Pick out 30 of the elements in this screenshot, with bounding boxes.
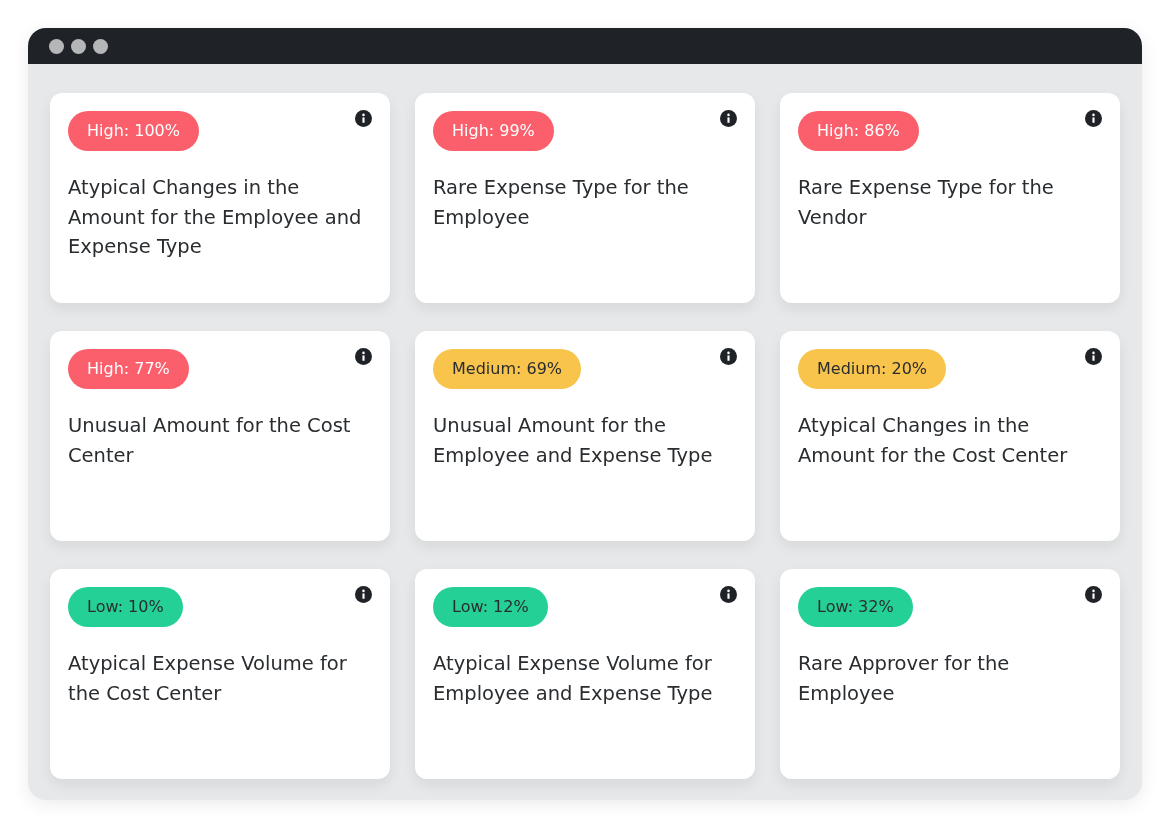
info-icon[interactable] xyxy=(1085,586,1102,603)
risk-badge: Medium: 69% xyxy=(433,349,581,389)
risk-badge: High: 77% xyxy=(68,349,189,389)
info-icon[interactable] xyxy=(1085,348,1102,365)
risk-badge: High: 100% xyxy=(68,111,199,151)
card-title: Unusual Amount for the Cost Center xyxy=(68,413,352,469)
card-title: Atypical Expense Volume for the Cost Center xyxy=(68,651,348,707)
card-title: Rare Expense Type for the Vendor xyxy=(798,175,1055,231)
info-icon[interactable] xyxy=(355,348,372,365)
card-title: Atypical Changes in the Amount for the Cost Center xyxy=(798,413,1069,469)
window-dot xyxy=(93,38,108,54)
info-icon[interactable] xyxy=(720,586,737,603)
card-title: Atypical Changes in the Amount for the Employee and Expense Type xyxy=(68,175,363,260)
risk-badge: High: 86% xyxy=(798,111,919,151)
info-icon[interactable] xyxy=(720,348,737,365)
card-title: Rare Expense Type for the Employee xyxy=(433,175,690,231)
info-icon[interactable] xyxy=(355,110,372,127)
risk-badge: Medium: 20% xyxy=(798,349,946,389)
risk-badge: Low: 10% xyxy=(68,587,183,627)
card-title: Unusual Amount for the Employee and Expense Type xyxy=(433,413,714,469)
card-title: Atypical Expense Volume for Employee and Expense Type xyxy=(433,651,714,707)
window-dot xyxy=(49,38,64,54)
risk-badge: Low: 32% xyxy=(798,587,913,627)
card-title: Rare Approver for the Employee xyxy=(798,651,1011,707)
info-icon[interactable] xyxy=(1085,110,1102,127)
info-icon[interactable] xyxy=(355,586,372,603)
risk-badge: Low: 12% xyxy=(433,587,548,627)
info-icon[interactable] xyxy=(720,110,737,127)
window-dot xyxy=(71,38,86,54)
risk-badge: High: 99% xyxy=(433,111,554,151)
